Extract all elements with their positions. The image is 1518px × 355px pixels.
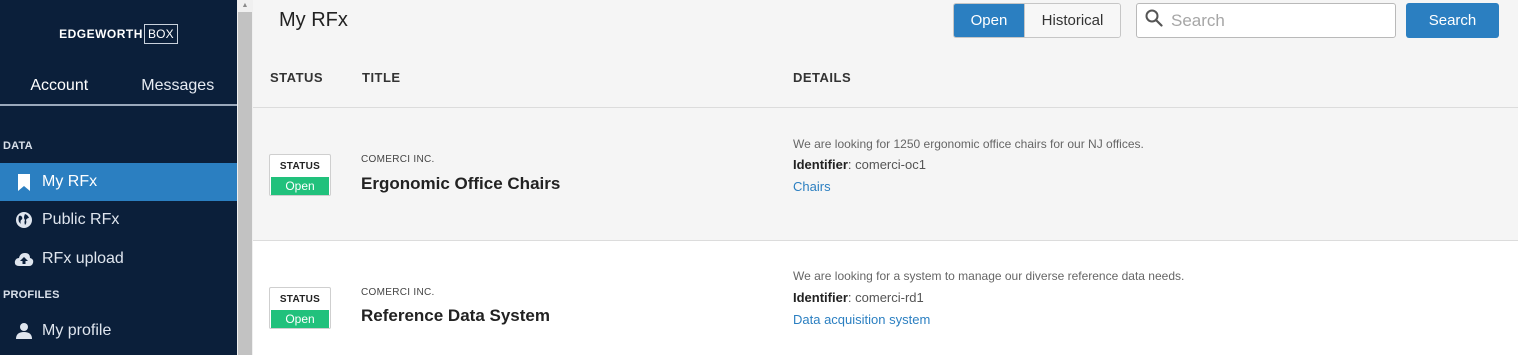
sidebar-item-label: RFx upload bbox=[42, 250, 124, 267]
company-name: COMERCI INC. bbox=[361, 287, 435, 298]
table-row[interactable]: STATUS Open COMERCI INC. Reference Data … bbox=[253, 241, 1518, 355]
rfx-description: We are looking for a system to manage ou… bbox=[793, 269, 1185, 283]
rfx-title[interactable]: Ergonomic Office Chairs bbox=[361, 174, 560, 194]
tab-account[interactable]: Account bbox=[0, 77, 119, 95]
filter-historical-button[interactable]: Historical bbox=[1024, 4, 1120, 37]
search-input[interactable] bbox=[1171, 10, 1371, 31]
scrollbar-thumb[interactable] bbox=[238, 12, 252, 355]
sidebar-item-label: My profile bbox=[42, 322, 112, 339]
search-field[interactable] bbox=[1136, 3, 1396, 38]
rfx-description: We are looking for 1250 ergonomic office… bbox=[793, 137, 1144, 151]
identifier-value: : comerci-rd1 bbox=[847, 290, 924, 305]
logo-box-text: BOX bbox=[143, 24, 178, 44]
logo-text: EDGEWORTH bbox=[59, 27, 143, 41]
sidebar-item-public-rfx[interactable]: Public RFx bbox=[0, 201, 237, 239]
section-label-profiles: PROFILES bbox=[3, 289, 60, 301]
status-badge-label: STATUS bbox=[279, 160, 321, 172]
sidebar-scrollbar[interactable]: ▲ bbox=[237, 0, 253, 355]
status-badge: STATUS Open bbox=[269, 154, 331, 196]
account-tabs: Account Messages bbox=[0, 68, 237, 104]
sidebar-item-label: My RFx bbox=[42, 173, 98, 190]
rfx-category-link[interactable]: Data acquisition system bbox=[793, 312, 930, 327]
sidebar-item-my-rfx[interactable]: My RFx bbox=[0, 163, 237, 201]
sidebar-item-my-profile[interactable]: My profile bbox=[0, 312, 237, 350]
search-icon bbox=[1145, 9, 1163, 32]
bookmark-icon bbox=[14, 172, 34, 192]
globe-icon bbox=[14, 210, 34, 230]
sidebar-divider bbox=[0, 104, 237, 106]
identifier-label: Identifier bbox=[793, 157, 848, 172]
filter-open-button[interactable]: Open bbox=[954, 4, 1024, 37]
sidebar: EDGEWORTH BOX Account Messages DATA My RF… bbox=[0, 0, 237, 355]
status-filter-toggle: Open Historical bbox=[953, 3, 1121, 38]
status-badge-value: Open bbox=[271, 310, 329, 328]
sidebar-item-label: Public RFx bbox=[42, 211, 120, 228]
header-bar: My RFx Open Historical Search bbox=[253, 0, 1518, 46]
company-name: COMERCI INC. bbox=[361, 154, 435, 165]
status-badge: STATUS Open bbox=[269, 287, 331, 329]
table-header: STATUS TITLE DETAILS bbox=[253, 46, 1518, 108]
scroll-up-arrow-icon[interactable]: ▲ bbox=[240, 0, 250, 10]
identifier-value: : comerci-oc1 bbox=[847, 157, 926, 172]
rfx-identifier: Identifier: comerci-oc1 bbox=[793, 157, 926, 172]
table-row[interactable]: STATUS Open COMERCI INC. Ergonomic Offic… bbox=[253, 108, 1518, 241]
cloud-upload-icon bbox=[14, 249, 34, 269]
user-icon bbox=[14, 321, 34, 341]
main-content: My RFx Open Historical Search STATUS TIT… bbox=[253, 0, 1518, 355]
rfx-category-link[interactable]: Chairs bbox=[793, 179, 831, 194]
sidebar-item-rfx-upload[interactable]: RFx upload bbox=[0, 240, 237, 278]
rfx-identifier: Identifier: comerci-rd1 bbox=[793, 290, 924, 305]
column-header-details[interactable]: DETAILS bbox=[793, 70, 851, 85]
column-header-status[interactable]: STATUS bbox=[270, 70, 323, 85]
logo[interactable]: EDGEWORTH BOX bbox=[0, 0, 237, 68]
status-badge-label: STATUS bbox=[279, 293, 321, 305]
identifier-label: Identifier bbox=[793, 290, 848, 305]
search-button[interactable]: Search bbox=[1406, 3, 1499, 38]
tab-messages[interactable]: Messages bbox=[119, 77, 238, 95]
column-header-title[interactable]: TITLE bbox=[362, 70, 401, 85]
page-title: My RFx bbox=[279, 9, 348, 31]
rfx-title[interactable]: Reference Data System bbox=[361, 306, 550, 326]
status-badge-value: Open bbox=[271, 177, 329, 195]
section-label-data: DATA bbox=[3, 140, 33, 152]
